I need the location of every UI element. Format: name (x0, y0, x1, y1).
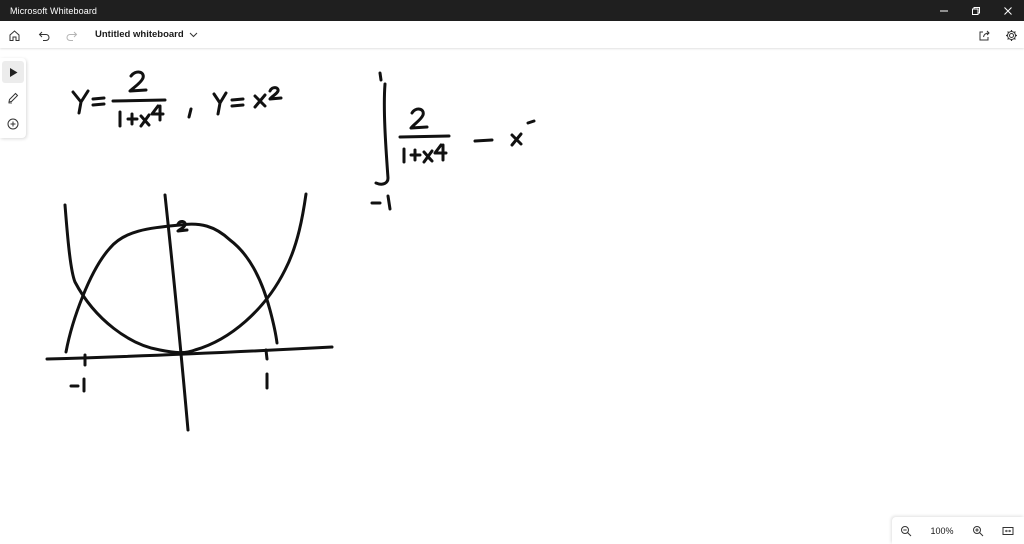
settings-button[interactable] (998, 23, 1024, 47)
zoom-in-button[interactable] (966, 519, 990, 543)
ink-equation-functions (71, 70, 283, 128)
close-icon (1004, 6, 1012, 15)
close-button[interactable] (992, 0, 1024, 21)
app-toolbar: Untitled whiteboard (0, 21, 1024, 48)
share-button[interactable] (971, 23, 997, 47)
home-button[interactable] (1, 23, 27, 47)
gear-icon (1005, 29, 1017, 41)
tool-rail (0, 58, 26, 138)
undo-icon (38, 31, 49, 41)
pointer-icon (9, 67, 17, 77)
whiteboard-canvas[interactable] (0, 48, 1024, 544)
select-tool-button[interactable] (2, 61, 24, 83)
ink-integral-expression (370, 71, 536, 211)
pen-icon (8, 92, 19, 104)
app-title: Microsoft Whiteboard (10, 5, 98, 16)
restore-button[interactable] (960, 0, 992, 21)
restore-icon (972, 6, 980, 15)
minimize-icon (940, 10, 948, 11)
zoom-controls: 100% (892, 517, 1024, 544)
zoom-in-icon (973, 525, 984, 536)
fit-to-screen-button[interactable] (996, 519, 1020, 543)
redo-icon (66, 31, 77, 41)
zoom-out-button[interactable] (894, 519, 918, 543)
fit-screen-icon (1002, 526, 1014, 535)
redo-button[interactable] (58, 23, 84, 47)
add-content-button[interactable] (2, 113, 24, 135)
share-icon (979, 30, 990, 40)
minimize-button[interactable] (928, 0, 960, 21)
board-title-menu[interactable]: Untitled whiteboard (95, 21, 198, 48)
chevron-down-icon (189, 32, 198, 38)
title-bar: Microsoft Whiteboard (0, 0, 1024, 21)
window-controls (928, 0, 1024, 21)
undo-button[interactable] (31, 23, 57, 47)
home-icon (9, 29, 19, 41)
plus-circle-icon (7, 118, 19, 130)
board-title: Untitled whiteboard (95, 29, 184, 40)
pen-tool-button[interactable] (2, 87, 24, 109)
zoom-level[interactable]: 100% (918, 526, 966, 536)
zoom-out-icon (901, 525, 912, 536)
ink-graph-sketch (45, 192, 334, 432)
